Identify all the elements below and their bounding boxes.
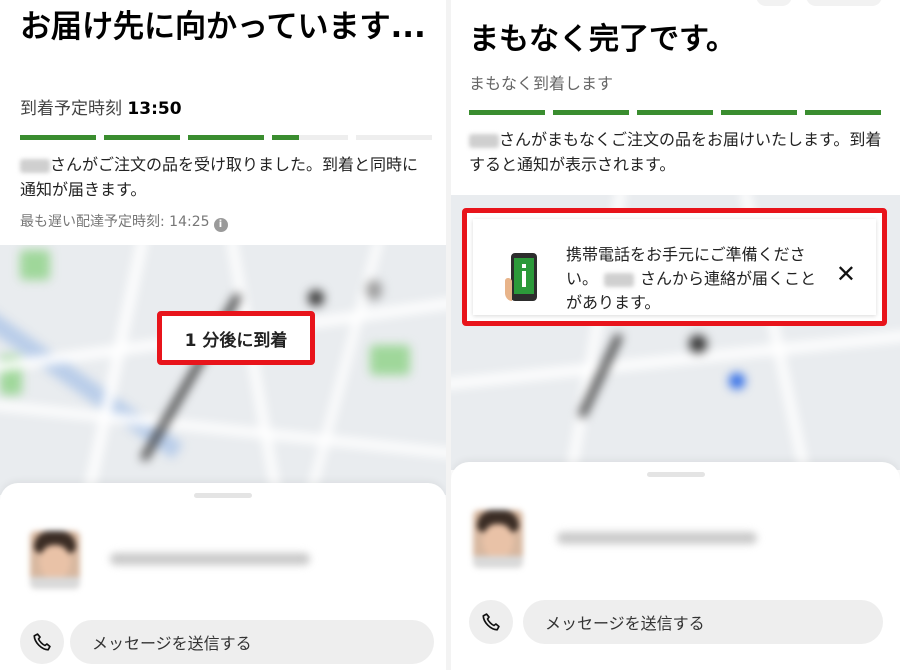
latest-delivery-time: 最も遅い配達予定時刻: 14:25 i [20,211,228,232]
call-courier-button[interactable] [469,600,513,644]
progress-fill [272,135,299,140]
map-park [370,345,410,375]
close-icon[interactable]: ✕ [836,262,856,286]
progress-segment [469,110,545,115]
smartphone-info-icon [505,253,537,301]
progress-segment [20,135,96,140]
courier-avatar [473,510,523,568]
map-road [0,400,446,459]
progress-fill [188,135,264,140]
progress-fill [805,110,881,115]
sheet-drag-handle[interactable] [194,493,252,498]
status-title: お届け先に向かっています... [20,9,426,45]
phone-call-icon [482,613,500,631]
progress-segment [721,110,797,115]
destination-pin [729,373,745,389]
courier-status-message: さんがご注文の品を受け取りました。到着と同時に通知が届きます。 [20,152,432,202]
info-icon[interactable]: i [213,218,228,232]
status-subtitle: まもなく到着します [469,74,614,93]
delivery-progress [20,135,432,140]
prepare-phone-notice: 携帯電話をお手元にご準備ください。 さんから連絡が届くことがあります。 ✕ [462,208,887,326]
progress-fill [721,110,797,115]
progress-fill [637,110,713,115]
courier-sheet[interactable]: メッセージを送信する [0,483,446,670]
courier-sheet[interactable]: メッセージを送信する [451,462,900,670]
status-title: まもなく完了です。 [469,22,736,57]
eta-label: 到着予定時刻 [20,99,128,119]
progress-segment [272,135,348,140]
map-road [226,245,283,495]
sheet-drag-handle[interactable] [646,472,705,477]
top-button-partial[interactable] [756,0,792,6]
map-tiles [0,245,446,495]
top-button-partial[interactable] [806,0,882,6]
call-courier-button[interactable] [20,620,64,664]
courier-pin [689,335,707,353]
delivery-map[interactable] [0,245,446,495]
phone-call-icon [33,633,51,651]
courier-name-redacted [604,272,635,287]
eta-line: 到着予定時刻 13:50 [20,94,182,119]
progress-segment [104,135,180,140]
eta-time: 13:50 [127,99,182,119]
progress-segment [188,135,264,140]
courier-avatar [30,531,80,589]
courier-status-text: さんがまもなくご注文の品をお届けいたします。到着すると通知が表示されます。 [469,130,882,174]
progress-segment [637,110,713,115]
courier-status-text: さんがご注文の品を受け取りました。到着と同時に通知が届きます。 [20,155,419,199]
destination-pin [308,290,324,306]
tracking-screen-arriving: まもなく完了です。 まもなく到着します さんがまもなくご注文の品をお届けいたしま… [451,0,900,670]
courier-status-message: さんがまもなくご注文の品をお届けいたします。到着すると通知が表示されます。 [469,127,887,177]
courier-info-redacted [110,553,310,565]
progress-segment [805,110,881,115]
progress-segment [356,135,432,140]
progress-fill [469,110,545,115]
courier-name-redacted [20,158,50,173]
tracking-screen-en-route: お届け先に向かっています... 到着予定時刻 13:50 さんがご注文の品を受け… [0,0,446,670]
courier-info-redacted [557,532,757,544]
map-park [20,250,50,280]
location-pin-icon [366,280,382,300]
latest-delivery-label: 最も遅い配達予定時刻: 14:25 [20,214,210,230]
progress-fill [20,135,96,140]
delivery-progress [469,110,881,115]
arrival-eta-chip: 1 分後に到着 [157,311,315,365]
notice-text: 携帯電話をお手元にご準備ください。 さんから連絡が届くことがあります。 [566,243,831,315]
send-message-button[interactable]: メッセージを送信する [523,600,883,644]
progress-fill [104,135,180,140]
arrival-eta-text: 1 分後に到着 [184,330,288,351]
progress-fill [553,110,629,115]
notice-card: 携帯電話をお手元にご準備ください。 さんから連絡が届くことがあります。 ✕ [473,219,876,315]
progress-segment [553,110,629,115]
courier-name-redacted [469,133,499,148]
map-road [451,330,900,390]
map-road [82,245,148,495]
send-message-button[interactable]: メッセージを送信する [70,620,434,664]
